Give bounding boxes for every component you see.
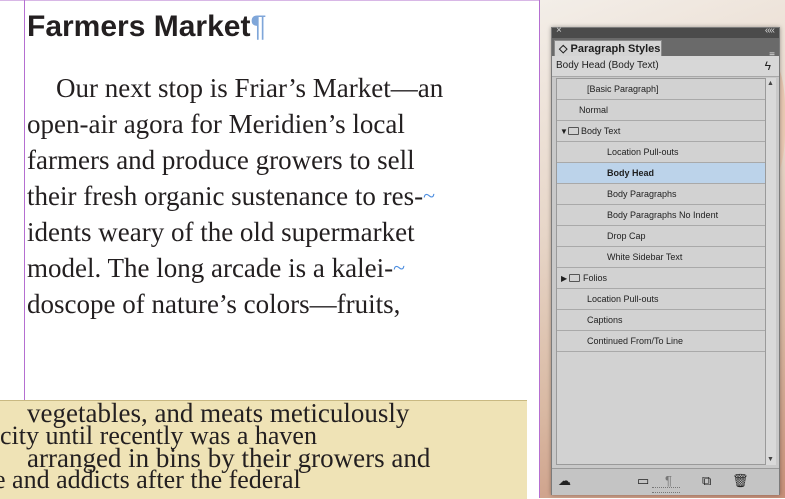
collapse-panel-icon[interactable]: ««	[765, 25, 775, 36]
current-style-bar: Body Head (Body Text) ϟ	[552, 56, 779, 77]
clear-overrides-icon[interactable]: ¶	[665, 473, 672, 488]
body-line-text: model. The long arcade is a kalei-	[27, 253, 394, 283]
style-item[interactable]: Location Pull-outs	[557, 289, 765, 310]
body-line[interactable]: Our next stop is Friar’s Market—an	[56, 73, 443, 103]
style-item-selected[interactable]: Body Head	[557, 163, 765, 184]
pilcrow-mark: ¶	[250, 10, 267, 43]
style-item-label: Body Head	[607, 168, 655, 178]
body-line[interactable]: open-air agora for Meridien’s local	[27, 109, 405, 139]
style-item-label: Location Pull-outs	[607, 147, 679, 157]
body-line[interactable]: doscope of nature’s colors—fruits,	[27, 289, 400, 319]
style-item-label: Location Pull-outs	[587, 294, 659, 304]
body-line-text: their fresh organic sustenance to res-	[27, 181, 424, 211]
document-page: Farmers Market¶ Our next stop is Friar’s…	[0, 0, 540, 499]
body-line[interactable]: their fresh organic sustenance to res-~	[27, 181, 435, 211]
style-item-label: White Sidebar Text	[607, 252, 683, 262]
cloud-icon[interactable]: ☁	[558, 473, 571, 489]
body-line[interactable]: model. The long arcade is a kalei-~	[27, 253, 405, 283]
folder-icon	[568, 127, 579, 135]
title-text: Farmers Market	[27, 10, 251, 43]
style-item-label: [Basic Paragraph]	[587, 84, 659, 94]
style-item[interactable]: Continued From/To Line	[557, 331, 765, 352]
scroll-up-icon[interactable]: ▲	[767, 80, 774, 87]
new-style-icon[interactable]: ⧉	[702, 473, 711, 489]
body-line[interactable]: farmers and produce growers to sell	[27, 145, 415, 175]
panel-bottom-toolbar: ☁ ▭ ¶ ⧉ 🗑	[552, 468, 779, 495]
resize-grip[interactable]	[652, 487, 680, 493]
vertical-scrollbar[interactable]: ▲ ▼	[765, 78, 776, 465]
trash-icon[interactable]: 🗑	[732, 473, 749, 489]
body-line[interactable]: idents weary of the old supermarket	[27, 217, 415, 247]
tab-paragraph-styles[interactable]: ◇ Paragraph Styles	[554, 40, 662, 56]
margin-guide-top	[0, 0, 540, 1]
current-style-label: Body Head (Body Text)	[556, 60, 659, 71]
style-item-label: Body Paragraphs	[607, 189, 677, 199]
page-title[interactable]: Farmers Market¶	[27, 9, 267, 45]
style-list: [Basic Paragraph] Normal ▼ Body Text Loc…	[556, 78, 766, 465]
discretionary-hyphen-marker: ~	[393, 255, 406, 280]
style-item-label: Body Paragraphs No Indent	[607, 210, 719, 220]
paragraph-styles-panel: × «« ◇ Paragraph Styles ≡ Body Head (Bod…	[551, 25, 780, 495]
style-item-label: Drop Cap	[607, 231, 646, 241]
overlapping-sidebar-line[interactable]: e and addicts after the federal	[0, 466, 301, 494]
folder-icon	[569, 274, 580, 282]
new-group-icon[interactable]: ▭	[637, 473, 649, 489]
style-item[interactable]: [Basic Paragraph]	[557, 79, 765, 100]
disclosure-collapsed-icon[interactable]: ▶	[561, 268, 567, 289]
style-item-label: Continued From/To Line	[587, 336, 684, 346]
style-item[interactable]: White Sidebar Text	[557, 247, 765, 268]
discretionary-hyphen-marker: ~	[423, 183, 436, 208]
panel-title-bar: × ««	[552, 25, 779, 38]
disclosure-expanded-icon[interactable]: ▼	[560, 121, 568, 142]
override-lightning-icon[interactable]: ϟ	[765, 56, 771, 76]
style-item-label: Body Text	[581, 126, 621, 136]
style-group-body-text[interactable]: ▼ Body Text	[557, 121, 765, 142]
style-item[interactable]: Captions	[557, 310, 765, 331]
style-item[interactable]: Location Pull-outs	[557, 142, 765, 163]
style-item-label: Folios	[583, 273, 608, 283]
style-item[interactable]: Normal	[557, 100, 765, 121]
scroll-down-icon[interactable]: ▼	[767, 456, 774, 463]
style-item[interactable]: Body Paragraphs	[557, 184, 765, 205]
close-icon[interactable]: ×	[556, 25, 562, 36]
style-item[interactable]: Body Paragraphs No Indent	[557, 205, 765, 226]
style-item-label: Captions	[587, 315, 623, 325]
style-item-label: Normal	[579, 105, 609, 115]
style-group-folios[interactable]: ▶ Folios	[557, 268, 765, 289]
style-item[interactable]: Drop Cap	[557, 226, 765, 247]
panel-tab-bar: ◇ Paragraph Styles ≡	[552, 38, 779, 61]
